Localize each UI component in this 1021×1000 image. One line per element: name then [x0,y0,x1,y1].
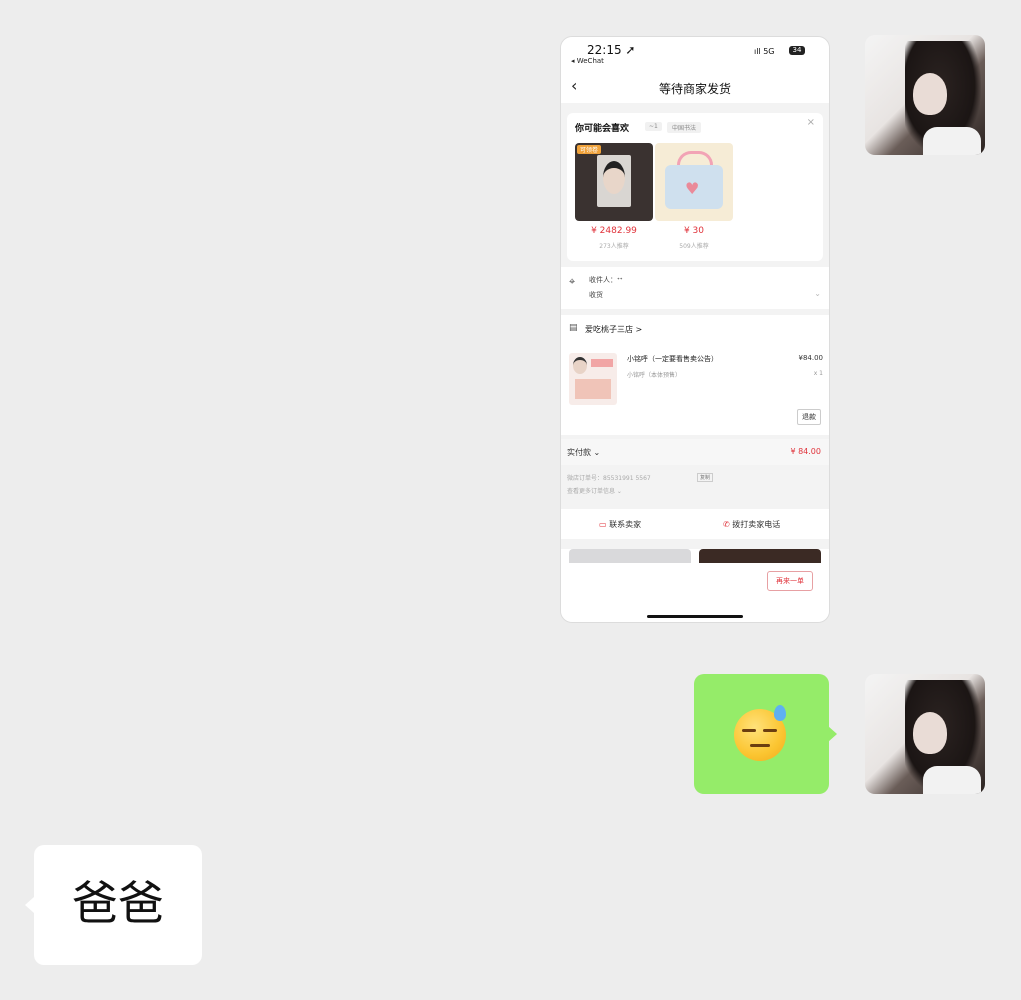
refund-button: 退款 [797,409,821,425]
address-line: 收货 [589,291,603,299]
payment-label: 实付款 ⌄ [567,448,601,457]
item-quantity: x 1 [813,370,823,377]
heart-icon: ♥ [685,179,700,198]
bottom-area: 再来一单 [561,549,829,622]
sweat-face-emoji-icon [734,705,786,761]
order-number: 微店订单号：85531991 5567 [567,475,651,482]
nav-bar: ‹ 等待商家发货 [561,67,829,103]
product-image-photo-card: 可领卷 [575,143,653,221]
buy-again-button: 再来一单 [767,571,813,591]
avatar-face [913,73,947,115]
recipient-line: 收件人：ᐩᐩ [589,276,623,284]
status-back-app: ◂ WeChat [571,57,604,65]
item-variant: 小铭呼（本体预售） [627,372,682,379]
recommend-thumb [699,549,821,563]
avatar-face [913,712,947,754]
payment-row: 实付款 ⌄ ¥ 84.00 [561,439,829,465]
address-section: ⌖ 收件人：ᐩᐩ 收货 ⌄ [561,267,829,309]
store-icon: ▤ [569,323,578,333]
signal-icon: ıll 5G [754,47,775,56]
location-pin-icon: ⌖ [569,275,576,288]
recommend-tag: ~1 [645,122,662,131]
emoji-message-bubble[interactable] [694,674,837,794]
status-bar: 22:15 ➚ ◂ WeChat ıll 5G 34 [561,37,829,67]
battery-icon: 34 [789,46,805,55]
product-badge: 可领卷 [577,145,602,154]
close-icon: × [806,117,815,128]
recommend-thumb [569,549,691,563]
product-image-bag: ♥ [655,143,733,221]
text-message-bubble[interactable]: 爸爸 [25,845,202,965]
avatar-collar [923,127,981,155]
phone-icon: ✆ [723,520,730,529]
item-price: ¥84.00 [798,354,824,362]
chevron-down-icon: ⌄ [814,289,821,298]
image-message-screenshot[interactable]: 22:15 ➚ ◂ WeChat ıll 5G 34 ‹ 等待商家发货 你可能会… [560,36,830,623]
order-item: 小铭呼（一定要看售卖公告） 小铭呼（本体预售） ¥84.00 x 1 退款 [561,343,829,435]
home-indicator [647,615,743,618]
product-recommend-count: 273人推荐 [599,243,629,250]
recommend-title: 你可能会喜欢 [575,124,630,134]
product-price: ¥ 2482.99 [591,226,637,236]
recommend-card: 你可能会喜欢 ~1 中国书法 × 可领卷 ♥ ¥ 2482.99 ¥ 30 27… [567,113,823,261]
sweat-drop-icon [774,705,786,721]
recommend-tag: 中国书法 [667,122,702,133]
self-avatar[interactable] [865,35,985,155]
chat-icon: ▭ [599,520,607,529]
payment-value: ¥ 84.00 [790,447,821,456]
store-name: 爱吃桃子三店 > [585,325,643,334]
more-order-info: 查看更多订单信息 ⌄ [567,488,622,495]
item-thumbnail [569,353,617,405]
copy-button: 复制 [697,473,714,482]
status-time: 22:15 ➚ [587,43,636,57]
message-text: 爸爸 [72,876,164,930]
call-seller: ✆ 拨打卖家电话 [723,520,781,529]
self-avatar[interactable] [865,674,985,794]
avatar-collar [923,766,981,794]
contact-bar: ▭ 联系卖家 ✆ 拨打卖家电话 [561,509,829,539]
nav-title: 等待商家发货 [658,82,731,96]
contact-seller: ▭ 联系卖家 [599,520,642,529]
item-name: 小铭呼（一定要看售卖公告） [627,355,718,363]
product-price: ¥ 30 [683,226,705,236]
store-row: ▤ 爱吃桃子三店 > [561,315,829,343]
product-recommend-count: 509人推荐 [679,243,709,250]
